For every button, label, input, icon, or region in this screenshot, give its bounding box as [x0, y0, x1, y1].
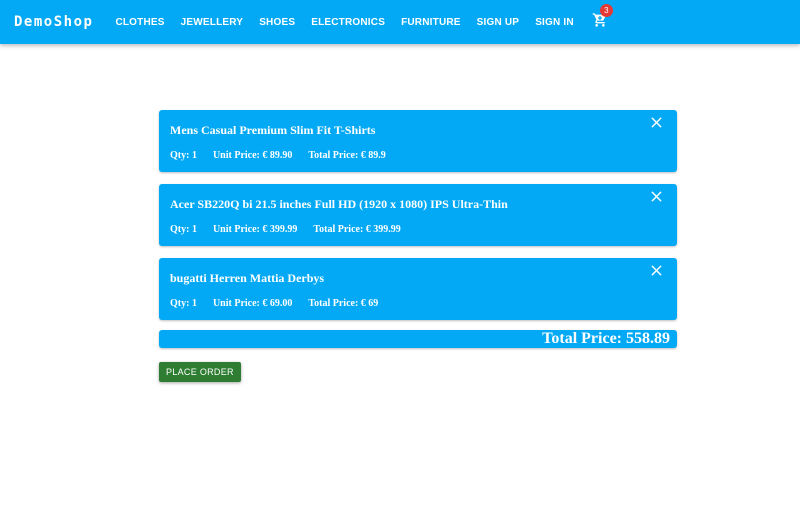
nav-sign-in[interactable]: SIGN IN	[527, 17, 582, 28]
remove-item-button[interactable]	[649, 115, 663, 129]
item-unit-price: Unit Price: € 399.99	[212, 224, 298, 235]
close-icon	[650, 264, 662, 276]
remove-item-button[interactable]	[649, 263, 663, 277]
nav-clothes[interactable]: CLOTHES	[107, 17, 172, 28]
remove-item-button[interactable]	[649, 189, 663, 203]
item-total-price: Total Price: € 69	[308, 298, 379, 309]
item-unit-price: Unit Price: € 89.90	[212, 150, 293, 161]
item-meta: Qty: 1 Unit Price: € 89.90 Total Price: …	[170, 150, 402, 161]
item-qty: Qty: 1	[170, 298, 197, 309]
nav-electronics[interactable]: ELECTRONICS	[303, 17, 393, 28]
cart-total: Total Price: 558.89	[159, 330, 677, 348]
close-icon	[650, 116, 662, 128]
item-qty: Qty: 1	[170, 224, 197, 235]
nav-shoes[interactable]: SHOES	[251, 17, 303, 28]
item-meta: Qty: 1 Unit Price: € 399.99 Total Price:…	[170, 224, 417, 235]
cart-button[interactable]: 3	[588, 4, 613, 34]
cart-count-badge: 3	[599, 4, 613, 17]
item-meta: Qty: 1 Unit Price: € 69.00 Total Price: …	[170, 298, 394, 309]
nav-furniture[interactable]: FURNITURE	[393, 17, 469, 28]
item-name: Mens Casual Premium Slim Fit T-Shirts	[170, 123, 376, 137]
nav-jewellery[interactable]: JEWELLERY	[173, 17, 252, 28]
item-total-price: Total Price: € 399.99	[313, 224, 401, 235]
cart-item: Acer SB220Q bi 21.5 inches Full HD (1920…	[159, 184, 677, 246]
item-name: Acer SB220Q bi 21.5 inches Full HD (1920…	[170, 197, 508, 211]
item-unit-price: Unit Price: € 69.00	[212, 298, 293, 309]
brand-logo[interactable]: DemoShop	[14, 14, 93, 30]
app-bar: DemoShop CLOTHES JEWELLERY SHOES ELECTRO…	[0, 0, 800, 44]
place-order-button[interactable]: PLACE ORDER	[159, 362, 241, 382]
main-nav: CLOTHES JEWELLERY SHOES ELECTRONICS FURN…	[107, 4, 613, 34]
item-qty: Qty: 1	[170, 150, 197, 161]
nav-sign-up[interactable]: SIGN UP	[469, 17, 528, 28]
cart-item: Mens Casual Premium Slim Fit T-Shirts Qt…	[159, 110, 677, 172]
cart-item: bugatti Herren Mattia Derbys Qty: 1 Unit…	[159, 258, 677, 320]
close-icon	[650, 190, 662, 202]
item-total-price: Total Price: € 89.9	[308, 150, 386, 161]
cart-content: Mens Casual Premium Slim Fit T-Shirts Qt…	[159, 110, 677, 382]
item-name: bugatti Herren Mattia Derbys	[170, 271, 325, 285]
